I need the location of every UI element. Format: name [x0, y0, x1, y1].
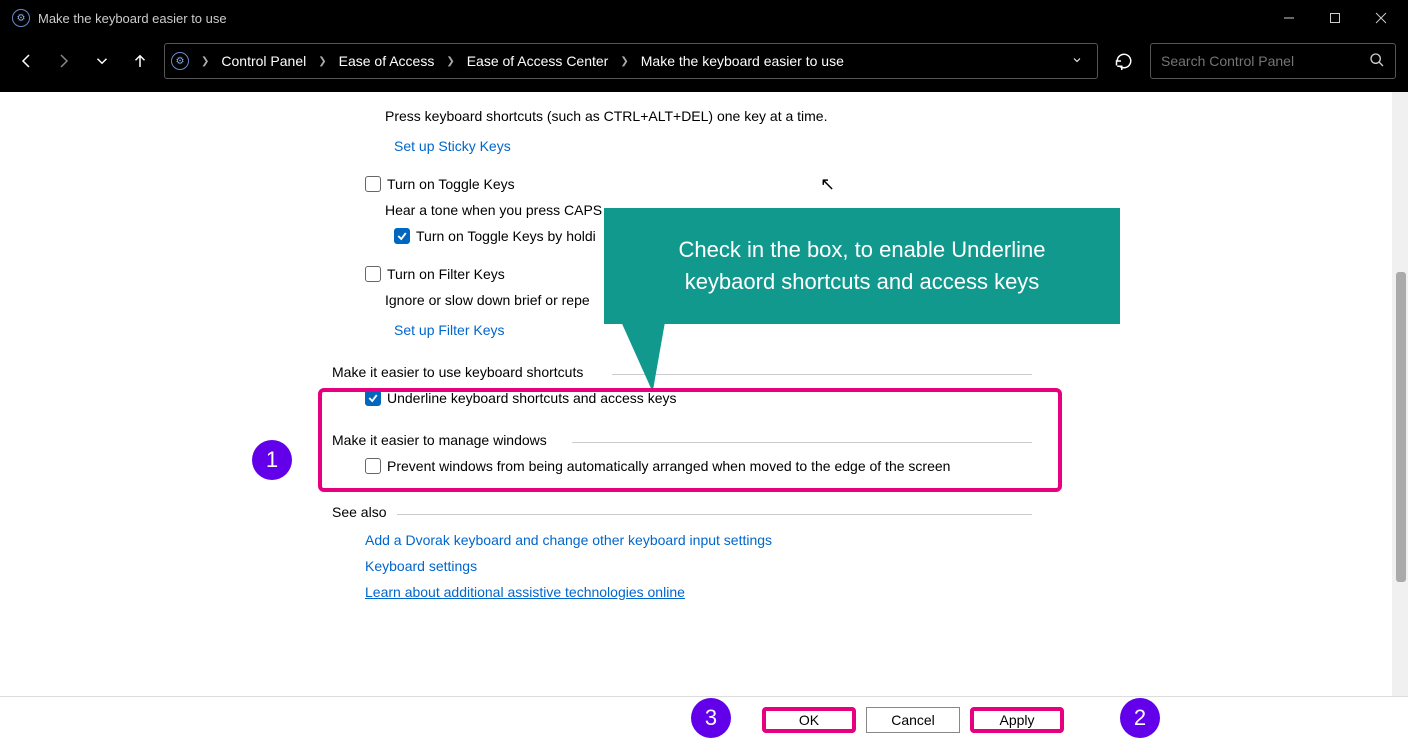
- search-box[interactable]: [1150, 43, 1396, 79]
- apply-button[interactable]: Apply: [970, 707, 1064, 733]
- chevron-down-icon[interactable]: [1063, 53, 1091, 69]
- control-panel-icon: ⚙: [12, 9, 30, 27]
- toolbar: ⚙ ❯ Control Panel ❯ Ease of Access ❯ Eas…: [0, 36, 1408, 92]
- breadcrumb-ease-of-access[interactable]: Ease of Access: [335, 51, 439, 71]
- control-panel-icon: ⚙: [171, 52, 189, 70]
- cancel-button[interactable]: Cancel: [866, 707, 960, 733]
- close-button[interactable]: [1358, 2, 1404, 34]
- search-icon[interactable]: [1369, 52, 1385, 71]
- chevron-right-icon: ❯: [314, 56, 330, 67]
- checkbox-filter-keys[interactable]: [365, 266, 381, 282]
- checkbox-underline-shortcuts[interactable]: [365, 390, 381, 406]
- annotation-step-3: 3: [691, 698, 731, 738]
- up-button[interactable]: [126, 47, 154, 75]
- address-bar[interactable]: ⚙ ❯ Control Panel ❯ Ease of Access ❯ Eas…: [164, 43, 1098, 79]
- forward-button[interactable]: [50, 47, 78, 75]
- link-setup-filter-keys[interactable]: Set up Filter Keys: [394, 322, 505, 338]
- checkbox-prevent-arrange[interactable]: [365, 458, 381, 474]
- label-filter-keys[interactable]: Turn on Filter Keys: [387, 266, 505, 282]
- breadcrumb-ease-of-access-center[interactable]: Ease of Access Center: [463, 51, 613, 71]
- back-button[interactable]: [12, 47, 40, 75]
- chevron-right-icon: ❯: [616, 56, 632, 67]
- content-area: Press keyboard shortcuts (such as CTRL+A…: [0, 92, 1408, 696]
- titlebar: ⚙ Make the keyboard easier to use: [0, 0, 1408, 36]
- minimize-button[interactable]: [1266, 2, 1312, 34]
- chevron-right-icon: ❯: [197, 56, 213, 67]
- label-toggle-keys[interactable]: Turn on Toggle Keys: [387, 176, 515, 192]
- checkbox-toggle-keys-hold[interactable]: [394, 228, 410, 244]
- breadcrumb-control-panel[interactable]: Control Panel: [217, 51, 310, 71]
- breadcrumb-current[interactable]: Make the keyboard easier to use: [637, 51, 848, 71]
- recent-button[interactable]: [88, 47, 116, 75]
- label-underline-shortcuts[interactable]: Underline keyboard shortcuts and access …: [387, 390, 676, 406]
- label-prevent-arrange[interactable]: Prevent windows from being automatically…: [387, 458, 950, 474]
- link-assistive-tech[interactable]: Learn about additional assistive technol…: [365, 584, 685, 600]
- maximize-button[interactable]: [1312, 2, 1358, 34]
- label-toggle-keys-hold[interactable]: Turn on Toggle Keys by holdi: [416, 228, 596, 244]
- section-see-also: See also: [332, 504, 386, 520]
- annotation-tooltip: Check in the box, to enable Underline ke…: [604, 208, 1120, 324]
- link-dvorak[interactable]: Add a Dvorak keyboard and change other k…: [365, 532, 772, 548]
- chevron-right-icon: ❯: [442, 56, 458, 67]
- search-input[interactable]: [1161, 53, 1369, 69]
- section-manage-windows: Make it easier to manage windows: [332, 432, 547, 448]
- ok-button[interactable]: OK: [762, 707, 856, 733]
- annotation-step-1: 1: [252, 440, 292, 480]
- checkbox-toggle-keys[interactable]: [365, 176, 381, 192]
- sticky-keys-description: Press keyboard shortcuts (such as CTRL+A…: [385, 108, 1052, 124]
- link-setup-sticky-keys[interactable]: Set up Sticky Keys: [394, 138, 511, 154]
- section-keyboard-shortcuts: Make it easier to use keyboard shortcuts: [332, 364, 591, 380]
- scrollbar-track[interactable]: [1392, 92, 1408, 696]
- window-title: Make the keyboard easier to use: [38, 11, 1266, 26]
- link-keyboard-settings[interactable]: Keyboard settings: [365, 558, 477, 574]
- scrollbar-thumb[interactable]: [1396, 272, 1406, 582]
- refresh-button[interactable]: [1108, 45, 1140, 77]
- annotation-step-2: 2: [1120, 698, 1160, 738]
